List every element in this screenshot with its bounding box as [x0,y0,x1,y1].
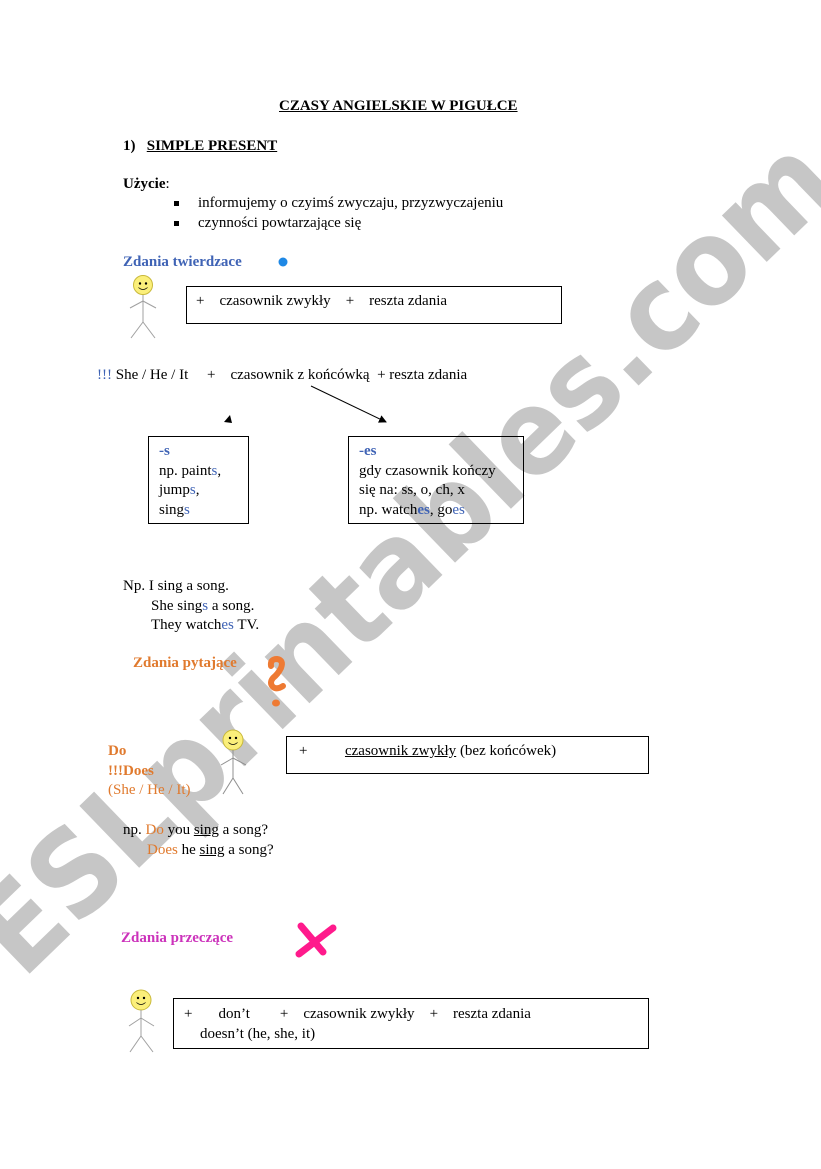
ending-highlight: es [452,501,465,518]
dont-word: don’t [218,1006,250,1022]
sentence-part: np. [123,822,146,838]
ending-es-content: -es gdy czasownik kończy się na: ss, o, … [359,442,496,520]
formula-rest: reszta zdania [453,1006,531,1022]
aux-highlight: Does [147,841,178,858]
example-word: sing [159,501,185,518]
example-sentence: Np. I sing a song. [123,578,229,594]
sentence-part: a song. [208,597,255,614]
plus-sign: + [299,743,308,759]
sentence-part: TV. [233,617,260,633]
ending-s-example: sings [159,501,221,521]
ending-es-rule-line: gdy czasownik kończy [359,462,496,479]
question-auxiliaries: Do !!!Does (She / He / It) [108,742,190,801]
example-sentence: np. Do you sing a song? [123,821,274,841]
ending-s-example: jumps, [159,481,221,501]
verb-underlined: sing [199,841,225,858]
ending-highlight: es [417,501,430,518]
aux-does: !!!Does [108,762,154,779]
example-sentence: Does he sing a song? [123,841,274,861]
ending-es-rule-line: się na: ss, o, ch, x [359,482,465,498]
formula-verb: czasownik zwykły [344,743,457,759]
sentence-part: They watch [151,617,222,633]
example-word: np. paint [159,462,212,479]
plus-sign: + [184,1006,193,1022]
questions-heading: Zdania pytające [133,655,237,671]
ending-s-example: np. paints, [159,462,221,482]
aux-highlight: Do [145,822,164,838]
sentence-part: a song? [218,822,269,838]
affirmative-examples: Np. I sing a song. She sings a song. The… [123,577,259,636]
ending-s-box: -s np. paints, jumps, sings [148,436,249,524]
question-mark-icon [267,655,286,707]
negative-formula: + don’t + czasownik zwykły + reszta zdania… [184,1005,531,1044]
punctuation: , [195,482,200,498]
ending-es-box: -es gdy czasownik kończy się na: ss, o, … [348,436,524,524]
example-sentence: They watches TV. [123,616,259,636]
plus-sign: + [429,1006,439,1022]
negatives-heading: Zdania przeczące [121,930,234,946]
negative-formula-box: + don’t + czasownik zwykły + reszta zdania… [173,998,649,1049]
ending-highlight: es [221,617,234,633]
formula-note: (bez końcówek) [456,743,557,759]
sentence-part: he [177,841,200,858]
stick-figure-icon [220,729,247,795]
stick-figure-icon [128,989,155,1053]
sentence-part: a song? [224,841,274,858]
ending-s-content: -s np. paints, jumps, sings [159,442,221,520]
aux-note: (She / He / It) [108,782,191,798]
example-word: jump [159,482,190,498]
ending-es-example: np. watches, goes [359,501,496,521]
question-examples: np. Do you sing a song? Does he sing a s… [123,821,274,860]
negative-formula-line: + don’t + czasownik zwykły + reszta zdania [184,1005,531,1025]
doesnt-line: doesn’t (he, she, it) [200,1025,316,1042]
ending-s-label: -s [159,443,170,459]
ending-highlight: s [184,501,190,518]
sentence-part: She sing [151,597,203,614]
aux-do: Do [108,743,127,759]
plus-sign: + [279,1006,289,1022]
formula-verb: czasownik zwykły [303,1006,415,1022]
example-word: np. watch [359,501,418,518]
question-formula: + czasownik zwykły (bez końcówek) [299,743,556,760]
punctuation: , [217,462,222,479]
verb-underlined: sing [193,822,219,838]
arrow-to-s [224,415,232,423]
question-formula-box: + czasownik zwykły (bez końcówek) [286,736,649,774]
example-sentence: She sings a song. [123,597,259,617]
sentence-part: you [163,822,194,838]
ending-es-label: -es [359,443,377,459]
example-word: , go [429,501,453,518]
arrow-to-es [310,385,387,423]
cross-x-icon [295,922,337,958]
